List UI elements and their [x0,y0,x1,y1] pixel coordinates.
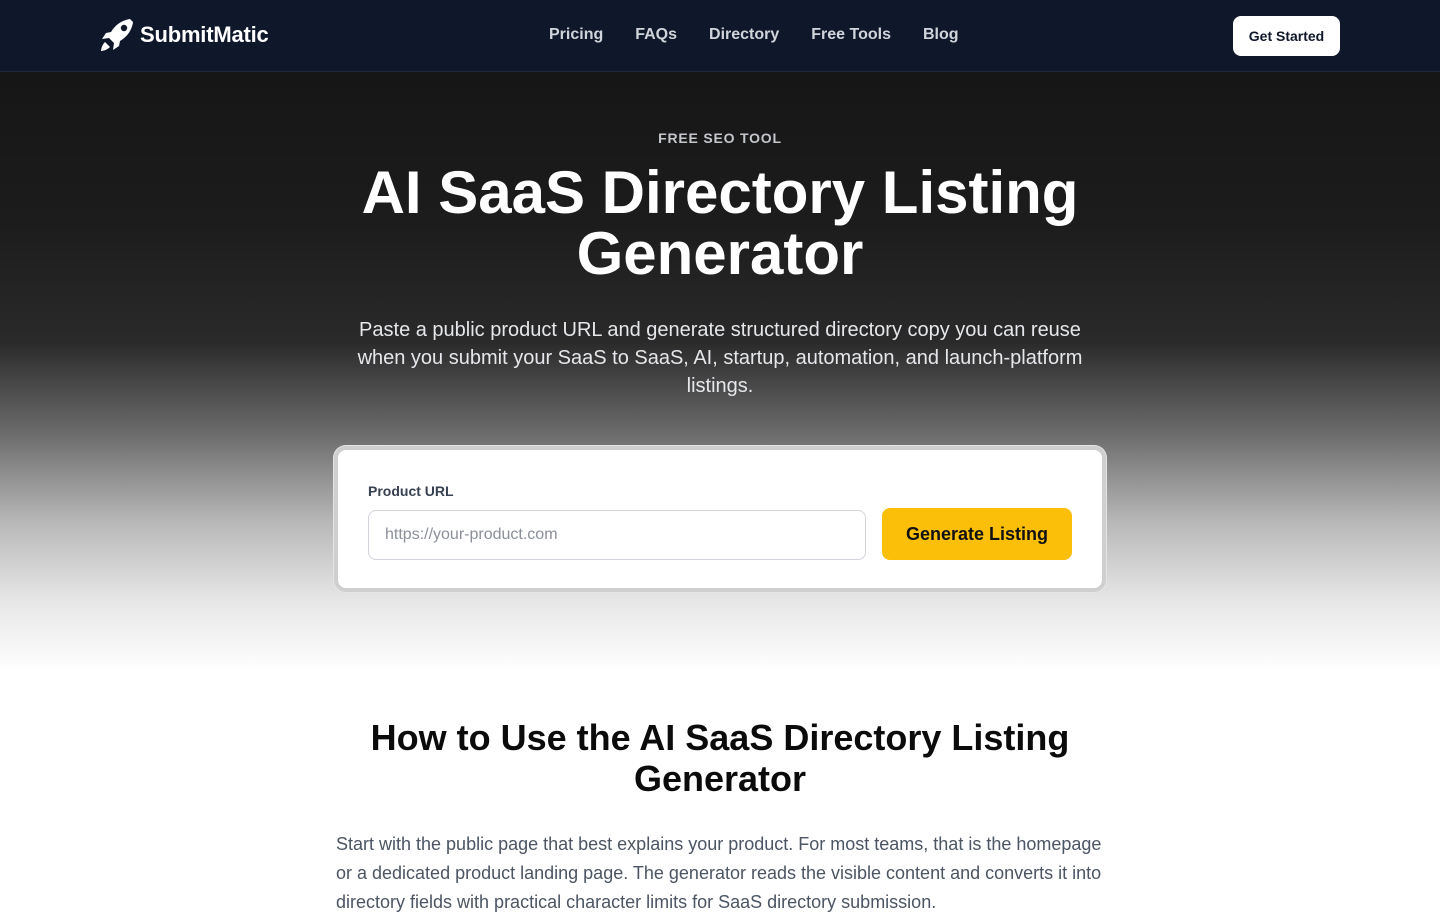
product-url-input[interactable] [368,510,866,560]
brand-name: SubmitMatic [140,22,269,47]
hero-section: FREE SEO TOOL AI SaaS Directory Listing … [0,72,1440,672]
nav-link-free-tools[interactable]: Free Tools [811,24,891,46]
product-url-label: Product URL [368,483,454,499]
page-title: AI SaaS Directory Listing Generator [361,159,1079,287]
nav-link-faqs[interactable]: FAQs [635,24,677,46]
nav-link-pricing[interactable]: Pricing [549,24,603,46]
top-navigation-bar: SubmitMatic Pricing FAQs Directory Free … [0,0,1440,72]
brand-logo-link[interactable]: SubmitMatic [100,18,269,52]
rocket-logo-icon [100,18,136,52]
hero-subtitle: Paste a public product URL and generate … [357,319,1083,397]
get-started-button[interactable]: Get Started [1233,16,1340,56]
nav-link-directory[interactable]: Directory [709,24,779,46]
generate-listing-button[interactable]: Generate Listing [882,508,1072,560]
hero-eyebrow: FREE SEO TOOL [658,130,782,146]
how-to-heading: How to Use the AI SaaS Directory Listing… [370,717,1070,799]
main-nav: Pricing FAQs Directory Free Tools Blog [534,24,959,46]
how-to-paragraph: Start with the public page that best exp… [336,834,1102,912]
nav-link-blog[interactable]: Blog [923,24,959,46]
url-form-card: Product URL Generate Listing [334,446,1106,592]
